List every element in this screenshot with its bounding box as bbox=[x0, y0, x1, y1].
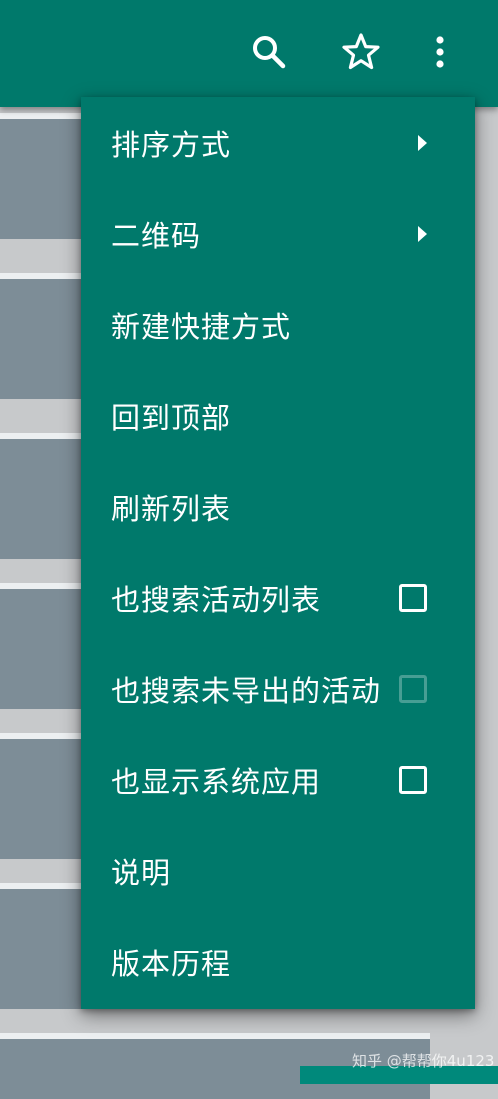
menu-item-help[interactable]: 说明 bbox=[81, 825, 475, 916]
menu-item-label: 二维码 bbox=[111, 218, 202, 253]
menu-item-sort-by[interactable]: 排序方式 bbox=[81, 97, 475, 188]
search-unexported-checkbox[interactable] bbox=[399, 674, 427, 703]
menu-item-search-activities[interactable]: 也搜索活动列表 bbox=[81, 552, 475, 643]
more-vert-icon[interactable] bbox=[420, 30, 460, 74]
show-system-apps-checkbox[interactable] bbox=[399, 765, 427, 794]
watermark: 知乎 @帮帮你4u123 bbox=[352, 1052, 495, 1070]
star-icon[interactable] bbox=[341, 30, 381, 74]
menu-item-label: 回到顶部 bbox=[111, 400, 232, 435]
search-icon[interactable] bbox=[249, 30, 289, 74]
menu-item-refresh-list[interactable]: 刷新列表 bbox=[81, 461, 475, 552]
menu-item-qr-code[interactable]: 二维码 bbox=[81, 188, 475, 279]
menu-item-search-unexported-activities[interactable]: 也搜索未导出的活动 bbox=[81, 643, 475, 734]
menu-item-label: 排序方式 bbox=[111, 127, 232, 162]
menu-item-show-system-apps[interactable]: 也显示系统应用 bbox=[81, 734, 475, 825]
menu-item-back-to-top[interactable]: 回到顶部 bbox=[81, 370, 475, 461]
menu-item-label: 也搜索活动列表 bbox=[111, 582, 322, 617]
overflow-menu: 排序方式 二维码 新建快捷方式 回到顶部 刷新列表 也搜索活动列表 也搜索未导出… bbox=[81, 97, 475, 1009]
menu-item-new-shortcut[interactable]: 新建快捷方式 bbox=[81, 279, 475, 370]
menu-item-label: 刷新列表 bbox=[111, 491, 232, 526]
app-bar bbox=[0, 0, 498, 107]
menu-item-label: 版本历程 bbox=[111, 946, 232, 981]
submenu-arrow-icon bbox=[418, 225, 427, 242]
menu-item-label: 也显示系统应用 bbox=[111, 764, 322, 799]
search-activities-checkbox[interactable] bbox=[399, 583, 427, 612]
menu-item-label: 说明 bbox=[111, 855, 172, 890]
menu-item-version-history[interactable]: 版本历程 bbox=[81, 916, 475, 1007]
menu-item-label: 新建快捷方式 bbox=[111, 309, 292, 344]
menu-item-label: 也搜索未导出的活动 bbox=[111, 673, 382, 708]
submenu-arrow-icon bbox=[418, 134, 427, 151]
